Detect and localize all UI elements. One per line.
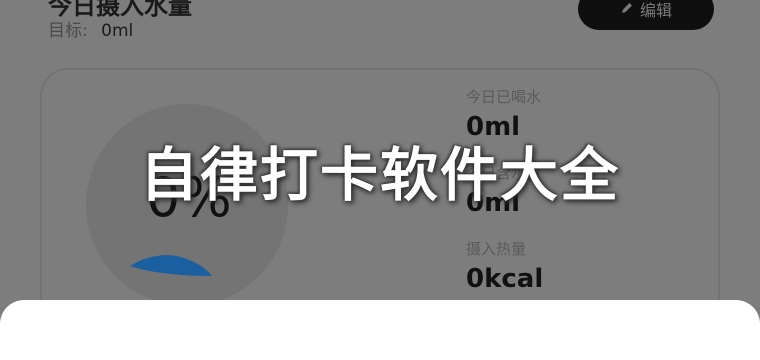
water-wave bbox=[130, 255, 212, 276]
overlay-banner: 自律打卡软件大全 bbox=[139, 141, 620, 209]
target-row: 目标: 0ml bbox=[48, 16, 133, 41]
edit-button[interactable]: 编辑 bbox=[578, 0, 714, 30]
stat-value-calories: 0kcal bbox=[466, 264, 544, 294]
page: 今日摄入水量 目标: 0ml 编辑 0% 今日已喝水 0ml 今日含水量 0ml… bbox=[0, 0, 760, 360]
edit-button-label: 编辑 bbox=[639, 1, 672, 20]
stat-label-drunk: 今日已喝水 bbox=[466, 88, 542, 106]
bottom-sheet[interactable] bbox=[0, 300, 760, 360]
stat-label-calories: 摄入热量 bbox=[466, 240, 527, 258]
target-label: 目标: bbox=[48, 21, 88, 41]
pencil-icon bbox=[620, 0, 634, 19]
target-value: 0ml bbox=[101, 21, 134, 41]
